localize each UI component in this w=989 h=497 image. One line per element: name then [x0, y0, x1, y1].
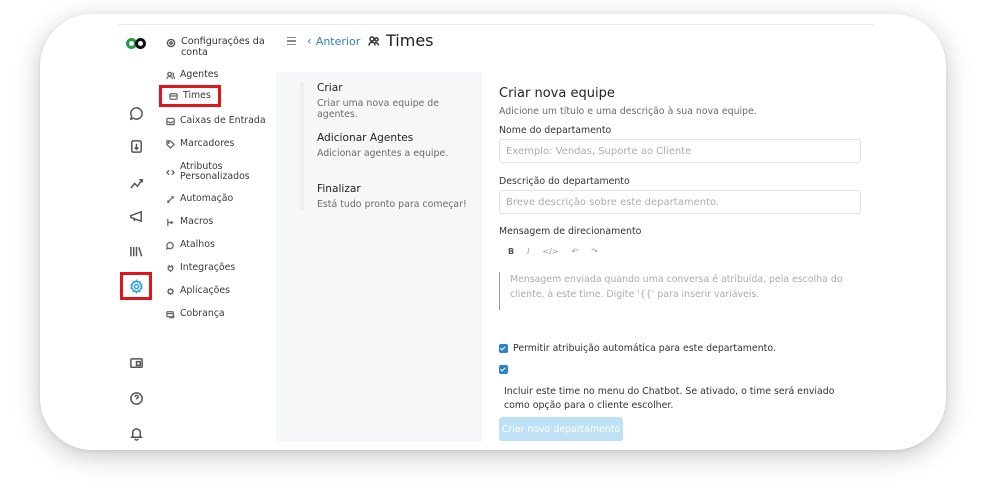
- name-input[interactable]: [499, 139, 861, 163]
- sidebar-item-caixas-de-entrada[interactable]: Caixas de Entrada: [166, 116, 266, 126]
- settings-icon[interactable]: [120, 272, 152, 300]
- screen-icon[interactable]: [127, 354, 145, 372]
- sidebar-item-marcadores[interactable]: Marcadores: [166, 139, 234, 149]
- wizard-steps: Criar Criar uma nova equipe de agentes. …: [276, 72, 482, 442]
- undo-button[interactable]: ↶: [572, 247, 579, 256]
- auto-assign-label: Permitir atribuição automática para este…: [513, 343, 776, 354]
- italic-button[interactable]: I: [527, 247, 529, 256]
- sidebar-item-label: Aplicações: [180, 285, 231, 296]
- help-icon[interactable]: [127, 389, 145, 407]
- shortcut-icon: [166, 241, 174, 250]
- sidebar-item-label: Integrações: [180, 262, 236, 273]
- settings-icon: [166, 38, 176, 48]
- sidebar-item-times[interactable]: Times: [159, 85, 221, 107]
- sidebar-item-label: Agentes: [180, 69, 219, 80]
- team-icon: [169, 92, 178, 100]
- sidebar-item-aplicacoes[interactable]: Aplicações: [166, 286, 230, 296]
- sidebar-item-agentes[interactable]: Agentes: [166, 70, 218, 80]
- sidebar-item-integracoes[interactable]: Integrações: [166, 263, 235, 273]
- plug-icon: [167, 264, 174, 272]
- inbox-icon: [166, 117, 175, 125]
- library-icon[interactable]: [127, 242, 145, 260]
- step-description: Está tudo pronto para começar!: [317, 199, 467, 210]
- code-icon: [166, 169, 175, 175]
- page-title-text: Times: [386, 31, 434, 50]
- logo: [126, 38, 148, 50]
- auto-assign-checkbox[interactable]: [499, 344, 508, 353]
- sidebar-item-label: Times: [183, 90, 211, 101]
- form-title: Criar nova equipe: [499, 86, 615, 101]
- menu-toggle-icon[interactable]: [287, 37, 296, 45]
- back-button[interactable]: ‹ Anterior: [307, 34, 360, 48]
- sidebar-item-atributos-personalizados[interactable]: Atributos Personalizados: [166, 162, 260, 182]
- sidebar-item-label: Marcadores: [180, 138, 235, 149]
- sidebar-header: Configurações da conta: [166, 36, 265, 58]
- code-button[interactable]: </>: [542, 247, 558, 256]
- page-title: Times: [368, 31, 434, 50]
- editor-toolbar: B I </> ↶ ↷: [508, 247, 598, 256]
- step-finalizar: Finalizar Está tudo pronto para começar!: [317, 183, 467, 210]
- sidebar-item-cobranca[interactable]: Cobrança: [166, 309, 225, 319]
- bold-button[interactable]: B: [508, 247, 514, 256]
- step-track: [300, 82, 304, 210]
- sidebar-item-label: Automação: [180, 193, 234, 204]
- create-team-form: Criar nova equipe Adicione um título e u…: [484, 72, 870, 442]
- reports-icon[interactable]: [127, 173, 145, 191]
- back-button-label: Anterior: [315, 34, 361, 48]
- campaigns-icon[interactable]: [127, 207, 145, 225]
- description-label: Descrição do departamento: [499, 176, 630, 187]
- form-subtitle: Adicione um título e uma descrição à sua…: [499, 106, 757, 117]
- automation-icon: [167, 195, 174, 203]
- top-divider: [118, 24, 874, 25]
- step-adicionar-agentes: Adicionar Agentes Adicionar agentes a eq…: [317, 132, 448, 159]
- sidebar-item-macros[interactable]: Macros: [166, 217, 213, 227]
- users-icon: [166, 71, 175, 79]
- create-department-button[interactable]: Criar novo departamento: [499, 417, 623, 441]
- step-description: Adicionar agentes a equipe.: [317, 148, 449, 159]
- description-input[interactable]: [499, 190, 861, 214]
- name-label: Nome do departamento: [499, 125, 612, 136]
- sidebar-item-atalhos[interactable]: Atalhos: [166, 240, 215, 250]
- step-criar: Criar Criar uma nova equipe de agentes.: [317, 82, 482, 120]
- macro-icon: [167, 218, 174, 226]
- redo-button[interactable]: ↷: [591, 247, 598, 256]
- routing-message-editor[interactable]: Mensagem enviada quando uma conversa é a…: [499, 272, 861, 310]
- sidebar-item-label: Cobrança: [180, 308, 225, 319]
- app-window: Configurações da conta Agentes Times Cai…: [40, 14, 946, 450]
- sidebar-item-label: Atributos Personalizados: [180, 161, 250, 182]
- step-title: Adicionar Agentes: [317, 132, 414, 144]
- apps-icon: [166, 287, 175, 295]
- team-icon: [368, 35, 380, 46]
- step-title: Criar: [317, 82, 343, 94]
- notifications-icon[interactable]: [127, 424, 145, 442]
- sidebar-item-automacao[interactable]: Automação: [166, 194, 233, 204]
- conversations-icon[interactable]: [127, 104, 145, 122]
- sidebar-item-label: Atalhos: [180, 239, 215, 250]
- billing-icon: [166, 310, 175, 318]
- chatbot-checkbox[interactable]: [499, 365, 508, 374]
- contacts-icon[interactable]: [127, 137, 145, 155]
- chevron-left-icon: ‹: [307, 34, 312, 48]
- sidebar-item-label: Caixas de Entrada: [180, 115, 266, 126]
- sidebar-item-label: Macros: [180, 216, 214, 227]
- chatbot-label: Incluir este time no menu do Chatbot. Se…: [504, 386, 835, 411]
- tag-icon: [166, 139, 175, 149]
- step-description: Criar uma nova equipe de agentes.: [317, 98, 440, 120]
- sidebar-header-label: Configurações da conta: [181, 36, 265, 58]
- step-title: Finalizar: [317, 183, 361, 195]
- routing-message-label: Mensagem de direcionamento: [499, 226, 642, 237]
- settings-sidebar: Configurações da conta Agentes Times Cai…: [158, 32, 270, 442]
- icon-rail: [118, 32, 158, 442]
